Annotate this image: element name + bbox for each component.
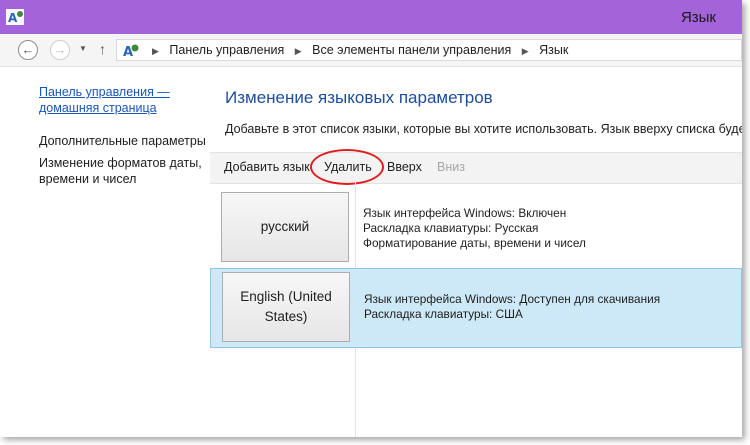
up-button[interactable]: ↑ <box>99 41 106 57</box>
language-button-russian[interactable]: русский <box>221 192 349 262</box>
language-location-icon: A <box>123 44 139 60</box>
title-bar[interactable]: A Язык <box>0 0 742 34</box>
back-button[interactable]: ← <box>18 40 38 60</box>
breadcrumb-language[interactable]: Язык <box>539 43 568 57</box>
chevron-right-icon: ▶ <box>152 46 159 56</box>
chevron-right-icon: ▶ <box>294 46 302 56</box>
sidebar-date-time-formats[interactable]: Изменение форматов даты, времени и чисел <box>39 155 209 187</box>
sidebar-advanced-settings[interactable]: Дополнительные параметры <box>39 133 209 149</box>
navigation-bar: ← → ▼ ↑ A ▶ Панель управления ▶ Все элем… <box>0 34 742 67</box>
breadcrumb-control-panel[interactable]: Панель управления <box>169 43 284 57</box>
recent-locations-button[interactable]: ▼ <box>79 44 87 53</box>
language-toolbar: Добавить язык Удалить Вверх Вниз <box>210 152 742 184</box>
arrow-up-icon: ↑ <box>99 41 106 57</box>
language-details-english: Язык интерфейса Windows: Доступен для ск… <box>364 292 660 322</box>
language-detail-line: Язык интерфейса Windows: Включен <box>363 206 567 220</box>
language-name-english: English (United States) <box>240 289 332 324</box>
address-bar[interactable]: A ▶ Панель управления ▶ Все элементы пан… <box>116 39 742 61</box>
chevron-right-icon: ▶ <box>521 46 529 56</box>
svg-text:A: A <box>8 11 18 25</box>
language-window: A Язык ← → ▼ ↑ A ▶ Панель управления ▶ В… <box>0 0 742 437</box>
language-row-russian[interactable]: русский Язык интерфейса Windows: Включен… <box>210 187 742 267</box>
move-up-button[interactable]: Вверх <box>387 160 422 174</box>
language-detail-line: Форматирование даты, времени и чисел <box>363 236 586 250</box>
breadcrumb-all-items[interactable]: Все элементы панели управления <box>312 43 511 57</box>
add-language-button[interactable]: Добавить язык <box>224 160 310 174</box>
language-row-english[interactable]: English (United States) Язык интерфейса … <box>210 268 742 348</box>
arrow-left-icon: ← <box>21 42 35 57</box>
breadcrumb: ▶ Панель управления ▶ Все элементы панел… <box>145 40 568 60</box>
arrow-right-icon: → <box>53 42 67 57</box>
forward-button[interactable]: → <box>50 40 70 60</box>
move-down-button[interactable]: Вниз <box>437 160 465 174</box>
page-title: Изменение языковых параметров <box>225 88 493 107</box>
sidebar: Панель управления — домашняя страница До… <box>0 67 210 437</box>
remove-language-button[interactable]: Удалить <box>324 160 372 174</box>
language-detail-line: Язык интерфейса Windows: Доступен для ск… <box>364 292 661 306</box>
language-detail-line: Раскладка клавиатуры: Русская <box>363 221 539 235</box>
language-details-russian: Язык интерфейса Windows: Включен Расклад… <box>363 206 586 251</box>
language-app-icon: A <box>6 9 24 25</box>
language-detail-line: Раскладка клавиатуры: США <box>364 307 523 321</box>
window-title: Язык <box>680 9 716 26</box>
page-description: Добавьте в этот список языки, которые вы… <box>225 122 742 136</box>
language-button-english[interactable]: English (United States) <box>222 272 350 342</box>
svg-text:A: A <box>123 45 133 60</box>
sidebar-home-link[interactable]: Панель управления — домашняя страница <box>39 84 209 116</box>
